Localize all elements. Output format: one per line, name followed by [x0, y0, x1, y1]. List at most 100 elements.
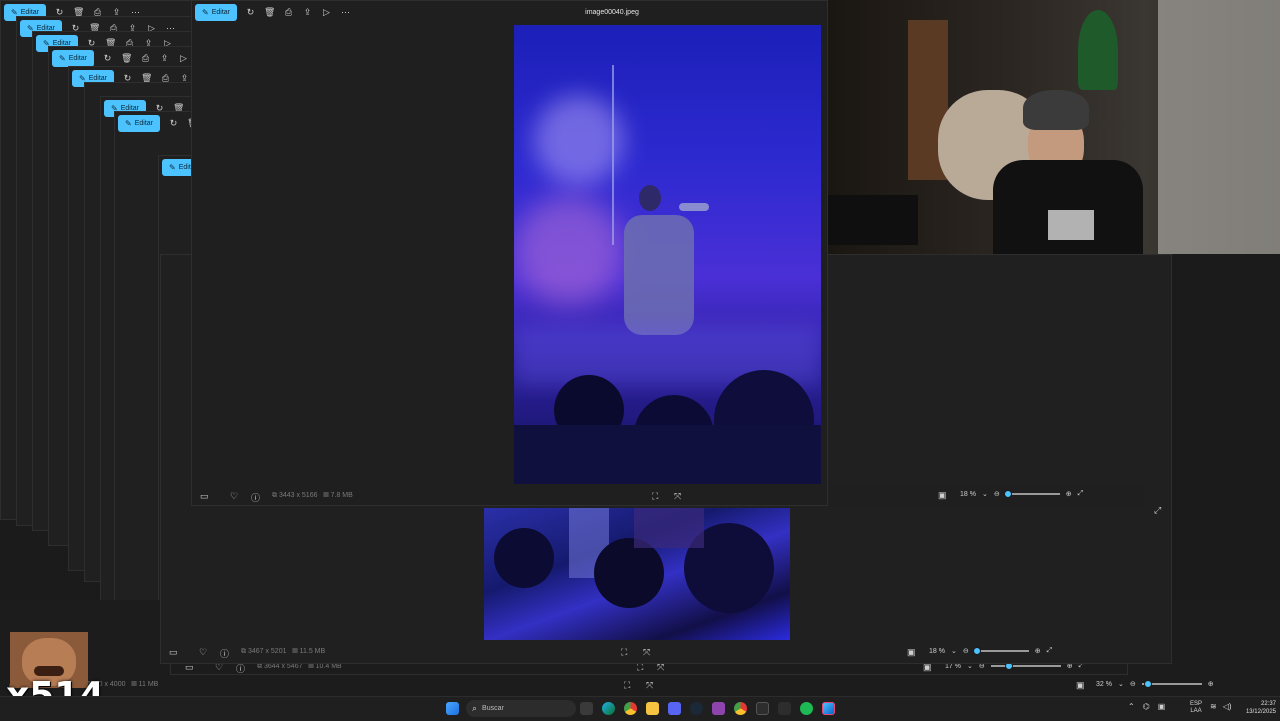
language-indicator[interactable]: ESP LAA [1190, 701, 1202, 715]
search-icon: ⌕ [472, 703, 478, 713]
chevron-down-icon[interactable]: ⌄ [982, 490, 988, 498]
zoom-slider-thumb[interactable] [1143, 680, 1152, 688]
terminal-icon[interactable] [756, 702, 769, 715]
file-size-icon: ▤ [323, 492, 329, 499]
chrome-icon[interactable] [624, 702, 637, 715]
fit-screen-icon[interactable]: ▣ [1076, 680, 1085, 691]
edit-button[interactable]: ✎ Editar [118, 114, 160, 132]
app-icon[interactable] [712, 702, 725, 715]
zoom-slider-thumb[interactable] [972, 647, 981, 655]
file-size-icon: ▤ [292, 648, 298, 655]
fit-screen-icon[interactable]: ▣ [907, 647, 916, 658]
task-view-icon[interactable] [580, 702, 593, 715]
zoom-level[interactable]: 32 % [1096, 681, 1112, 688]
zoom-in-icon[interactable]: ⊕ [1208, 680, 1214, 688]
favorite-icon[interactable]: ♡ [230, 491, 238, 502]
photo-window-main[interactable]: ✎ Editar ↻ 🗑 ⎙ ⇪ ▷ ⋯ image00040.jpeg ▭ ♡ … [191, 0, 828, 506]
delete-icon[interactable]: 🗑 [264, 7, 275, 18]
fit-screen-icon[interactable]: ▣ [938, 490, 947, 501]
tray-app-icon[interactable]: ▣ [1158, 702, 1166, 711]
file-size-icon: ▤ [131, 681, 137, 688]
footer-bar: ▭ ♡ ⓘ ⧉ 3443 x 5166 ▤ 7.8 MB ⛶ ⤧ [192, 485, 827, 507]
file-size-text: 7.8 MB [330, 492, 353, 499]
system-icons[interactable]: ≋ ◁) [1210, 702, 1232, 711]
chevron-down-icon[interactable]: ⌄ [951, 647, 957, 655]
chevron-up-icon[interactable]: ⌃ [1128, 702, 1135, 711]
fit-icon[interactable]: ⛶ [621, 647, 627, 658]
zoom-in-icon[interactable]: ⊕ [1035, 647, 1041, 655]
concert-singer-photo [514, 25, 821, 484]
info-icon[interactable]: ⓘ [220, 647, 229, 660]
chevron-down-icon[interactable]: ⌄ [1118, 680, 1124, 688]
zoom-out-icon[interactable]: ⊖ [963, 647, 969, 655]
more-icon[interactable]: ⋯ [340, 7, 351, 18]
zoom-slider[interactable] [1003, 490, 1060, 498]
slideshow-icon[interactable]: ▷ [321, 7, 332, 18]
share-icon[interactable]: ⇪ [302, 7, 313, 18]
share-icon[interactable]: ⇪ [159, 53, 170, 64]
edit-button[interactable]: ✎ Editar [52, 49, 94, 67]
file-size-text: 10.4 MB [315, 663, 342, 670]
actual-size-icon[interactable]: ⤧ [674, 491, 681, 502]
zoom-slider[interactable] [1141, 680, 1202, 688]
vscode-icon[interactable] [778, 702, 791, 715]
edit-icon: ✎ [125, 118, 132, 128]
fullscreen-icon[interactable]: ⤢ [1047, 647, 1053, 655]
edge-icon[interactable] [602, 702, 615, 715]
info-icon[interactable]: ⓘ [251, 491, 260, 504]
filmstrip-icon[interactable]: ▭ [169, 647, 178, 658]
favorite-icon[interactable]: ♡ [199, 647, 207, 658]
zoom-out-icon[interactable]: ⊖ [994, 490, 1000, 498]
rotate-icon[interactable]: ↻ [168, 118, 179, 129]
start-icon[interactable] [446, 702, 459, 715]
dimensions-icon: ⧉ [257, 663, 262, 670]
spotify-icon[interactable] [800, 702, 813, 715]
edit-icon: ✎ [59, 53, 66, 63]
search-placeholder: Buscar [482, 705, 504, 712]
zoom-slider-thumb[interactable] [1003, 490, 1012, 498]
edit-button[interactable]: ✎ Editar [195, 3, 237, 21]
fullscreen-icon[interactable]: ⤢ [1154, 505, 1161, 516]
search-box[interactable]: ⌕ Buscar [466, 700, 576, 717]
discord-icon[interactable] [668, 702, 681, 715]
zoom-slider[interactable] [972, 647, 1029, 655]
edit-icon: ✎ [202, 7, 209, 17]
actual-size-icon[interactable]: ⤧ [646, 680, 653, 691]
tray-area: ⌃ ⌬ ▣ [1128, 702, 1165, 711]
main-footer-right: ▣ 18 % ⌄ ⊖ ⊕ ⤢ [828, 484, 1144, 506]
filmstrip-icon[interactable]: ▭ [200, 491, 209, 502]
zoom-in-icon[interactable]: ⊕ [1066, 490, 1072, 498]
zoom-out-icon[interactable]: ⊖ [1130, 680, 1136, 688]
lang-bottom: LAA [1190, 708, 1202, 714]
taskbar: ⌕ Buscar ⌃ ⌬ ▣ ESP LAA ≋ ◁) 22:37 13/12/… [0, 696, 1280, 721]
zoom-slider[interactable] [990, 662, 1061, 670]
fullscreen-icon[interactable]: ⤢ [1078, 490, 1084, 498]
dimensions-text: 3443 x 5166 [278, 492, 318, 499]
rotate-icon[interactable]: ↻ [102, 53, 113, 64]
dimensions-icon: ⧉ [241, 648, 246, 655]
rotate-icon[interactable]: ↻ [245, 7, 256, 18]
clock-date: 13/12/2025 [1245, 709, 1276, 715]
print-icon[interactable]: ⎙ [140, 53, 151, 64]
file-size-icon: ▤ [308, 663, 314, 670]
toolbar: ✎ Editar ↻ 🗑 ⎙ ⇪ ▷ ⋯ [192, 1, 351, 23]
zoom-level[interactable]: 18 % [929, 648, 945, 655]
edit-icon: ✎ [169, 162, 176, 172]
photos-icon[interactable] [822, 702, 835, 715]
dimensions-text: 3467 x 5201 [247, 648, 287, 655]
actual-size-icon[interactable]: ⤧ [643, 647, 650, 658]
fit-icon[interactable]: ⛶ [624, 680, 630, 691]
delete-icon[interactable]: 🗑 [121, 53, 132, 64]
file-explorer-icon[interactable] [646, 702, 659, 715]
clock[interactable]: 22:37 13/12/2025 [1240, 700, 1276, 716]
fit-icon[interactable]: ⛶ [652, 491, 658, 502]
file-size-text: 11 MB [138, 681, 159, 688]
network-icon[interactable]: ⌬ [1143, 702, 1150, 711]
zoom-level[interactable]: 18 % [960, 491, 976, 498]
file-size-text: 11.5 MB [299, 648, 326, 655]
clock-time: 22:37 [1260, 701, 1276, 707]
print-icon[interactable]: ⎙ [283, 7, 294, 18]
slideshow-icon[interactable]: ▷ [178, 53, 189, 64]
steam-icon[interactable] [690, 702, 703, 715]
chrome-profile-icon[interactable] [734, 702, 747, 715]
